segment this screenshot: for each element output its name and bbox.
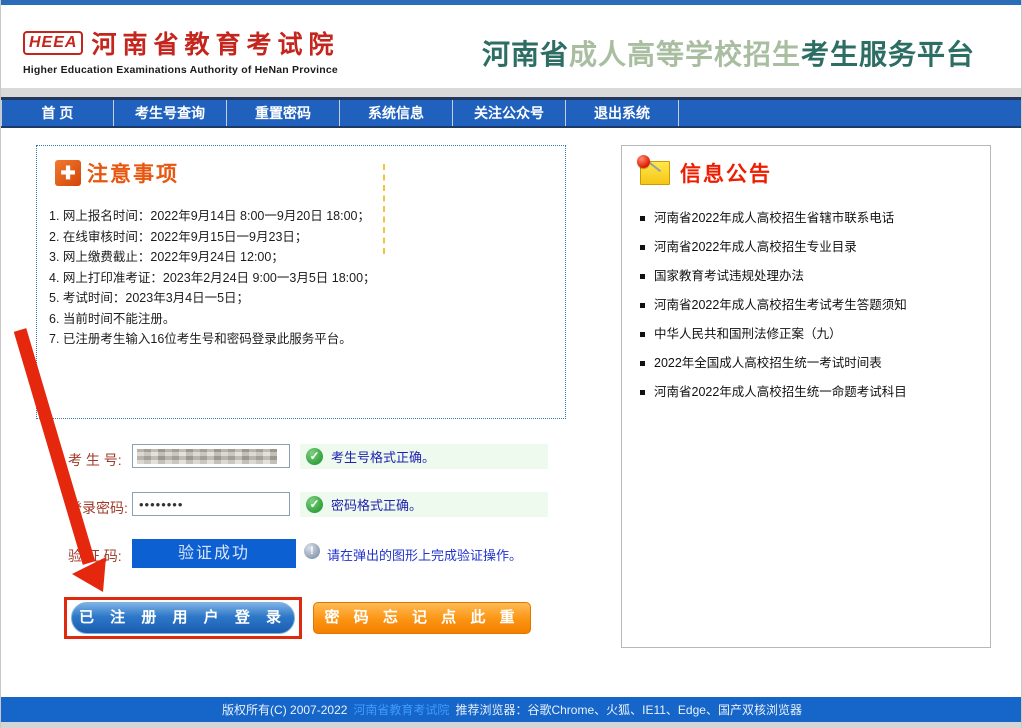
- announcements-panel: 信息公告 河南省2022年成人高校招生省辖市联系电话 河南省2022年成人高校招…: [621, 145, 991, 648]
- notice-item: 3. 网上缴费截止：2022年9月24日 12:00；: [49, 247, 554, 268]
- password-status-text: 密码格式正确。: [331, 495, 422, 514]
- announcements-title: 信息公告: [680, 158, 772, 188]
- announcement-text: 国家教育考试违规处理办法: [654, 262, 804, 291]
- header: HEEA 河南省教育考试院 Higher Education Examinati…: [1, 5, 1022, 88]
- nav-item-candidate-number-query[interactable]: 考生号查询: [114, 100, 227, 126]
- candidate-number-label: 考 生 号:: [68, 450, 122, 470]
- announcement-link[interactable]: 河南省2022年成人高校招生统一命题考试科目: [640, 378, 980, 407]
- nav-item-exit-system[interactable]: 退出系统: [566, 100, 679, 126]
- notice-item: 4. 网上打印准考证：2023年2月24日 9:00一3月5日 18:00；: [49, 268, 554, 289]
- announcement-link[interactable]: 河南省2022年成人高校招生考试考生答题须知: [640, 291, 980, 320]
- announcement-text: 2022年全国成人高校招生统一考试时间表: [654, 349, 882, 378]
- forgot-password-reset-button[interactable]: 密 码 忘 记 点 此 重 置: [313, 602, 531, 634]
- main-nav: 首 页 考生号查询 重置密码 系统信息 关注公众号 退出系统: [1, 97, 1022, 128]
- footer: 版权所有(C) 2007-2022 河南省教育考试院 推荐浏览器：谷歌Chrom…: [1, 697, 1022, 722]
- logo-subtitle: Higher Education Examinations Authority …: [23, 64, 339, 76]
- notice-item: 1. 网上报名时间：2022年9月14日 8:00一9月20日 18:00；: [49, 206, 554, 227]
- bullet-icon: [640, 332, 645, 337]
- candidate-number-input[interactable]: [132, 444, 290, 468]
- announcement-text: 河南省2022年成人高校招生统一命题考试科目: [654, 378, 907, 407]
- password-status: ✓ 密码格式正确。: [300, 492, 548, 517]
- registered-user-login-button[interactable]: 已 注 册 用 户 登 录: [71, 602, 295, 634]
- announcements-header: 信息公告: [640, 158, 772, 188]
- bottom-strip: [1, 722, 1022, 728]
- notice-title: 注意事项: [87, 158, 179, 188]
- check-icon: ✓: [306, 496, 323, 513]
- captcha-hint-text: 请在弹出的图形上完成验证操作。: [327, 545, 522, 564]
- notice-item: 5. 考试时间：2023年3月4日一5日；: [49, 288, 554, 309]
- heea-logo-badge: HEEA: [23, 31, 83, 55]
- password-label: 登录密码:: [68, 498, 128, 518]
- notice-panel: ✚ 注意事项 1. 网上报名时间：2022年9月14日 8:00一9月20日 1…: [36, 145, 566, 419]
- candidate-number-status: ✓ 考生号格式正确。: [300, 444, 548, 469]
- announcement-text: 中华人民共和国刑法修正案（九）: [654, 320, 842, 349]
- nav-item-reset-password[interactable]: 重置密码: [227, 100, 340, 126]
- announcement-text: 河南省2022年成人高校招生专业目录: [654, 233, 857, 262]
- check-icon: ✓: [306, 448, 323, 465]
- announcements-list: 河南省2022年成人高校招生省辖市联系电话 河南省2022年成人高校招生专业目录…: [640, 204, 980, 407]
- announcement-text: 河南省2022年成人高校招生省辖市联系电话: [654, 204, 894, 233]
- logo-title: 河南省教育考试院: [91, 25, 339, 61]
- captcha-label: 验 证 码:: [68, 546, 122, 566]
- header-divider: [1, 88, 1022, 97]
- announcement-link[interactable]: 2022年全国成人高校招生统一考试时间表: [640, 349, 980, 378]
- candidate-number-redacted-value: [137, 449, 277, 464]
- bullet-icon: [640, 245, 645, 250]
- bullet-icon: [640, 361, 645, 366]
- candidate-number-status-text: 考生号格式正确。: [331, 447, 435, 466]
- page-title-part1: 河南省: [482, 39, 569, 70]
- notice-panel-header: ✚ 注意事项: [55, 158, 179, 188]
- footer-browsers-text: 推荐浏览器：谷歌Chrome、火狐、IE11、Edge、国产双核浏览器: [455, 701, 802, 718]
- announcement-link[interactable]: 中华人民共和国刑法修正案（九）: [640, 320, 980, 349]
- nav-item-home[interactable]: 首 页: [1, 100, 114, 126]
- notice-item: 2. 在线审核时间：2022年9月15日一9月23日；: [49, 227, 554, 248]
- bullet-icon: [640, 274, 645, 279]
- info-icon: !: [304, 543, 320, 559]
- bullet-icon: [640, 303, 645, 308]
- bullet-icon: [640, 216, 645, 221]
- announcement-link[interactable]: 河南省2022年成人高校招生省辖市联系电话: [640, 204, 980, 233]
- site-logo: HEEA 河南省教育考试院 Higher Education Examinati…: [23, 25, 339, 76]
- bullet-icon: [640, 390, 645, 395]
- sticky-note-pin-icon: [640, 161, 670, 185]
- notice-item: 7. 已注册考生输入16位考生号和密码登录此服务平台。: [49, 329, 554, 350]
- announcement-link[interactable]: 河南省2022年成人高校招生专业目录: [640, 233, 980, 262]
- page-title: 河南省成人高等学校招生考生服务平台: [456, 33, 1001, 73]
- announcement-link[interactable]: 国家教育考试违规处理办法: [640, 262, 980, 291]
- footer-authority-link[interactable]: 河南省教育考试院: [353, 701, 449, 718]
- footer-copyright: 版权所有(C) 2007-2022: [222, 701, 347, 718]
- announcement-text: 河南省2022年成人高校招生考试考生答题须知: [654, 291, 907, 320]
- page-title-part3: 考生服务平台: [801, 39, 975, 70]
- captcha-success-box[interactable]: 验证成功: [132, 539, 296, 568]
- page-title-part2: 成人高等学校招生: [569, 39, 801, 70]
- password-input[interactable]: ••••••••: [132, 492, 290, 516]
- password-masked-value: ••••••••: [139, 497, 183, 512]
- notice-item: 6. 当前时间不能注册。: [49, 309, 554, 330]
- page: HEEA 河南省教育考试院 Higher Education Examinati…: [0, 0, 1022, 728]
- notice-cross-icon: ✚: [55, 160, 81, 186]
- nav-item-follow-account[interactable]: 关注公众号: [453, 100, 566, 126]
- notice-list: 1. 网上报名时间：2022年9月14日 8:00一9月20日 18:00； 2…: [49, 206, 554, 350]
- nav-item-system-info[interactable]: 系统信息: [340, 100, 453, 126]
